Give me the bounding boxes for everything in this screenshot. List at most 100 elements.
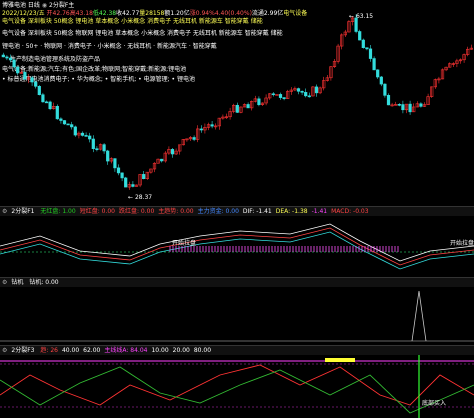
macd-value-6: DEA: -1.38 — [275, 208, 308, 215]
candle-body — [271, 93, 275, 96]
osc-value-1: 40.00 — [61, 347, 80, 354]
candle-body — [408, 103, 412, 113]
candle-body — [131, 184, 135, 187]
candle-body — [376, 69, 380, 78]
osc-value-5: 20.00 — [172, 347, 190, 354]
candle-body — [34, 81, 38, 87]
macd-value-4: 主力资金: 0.00 — [197, 208, 239, 215]
osc-green-line — [0, 366, 474, 414]
candle-body — [275, 94, 279, 96]
candle-body — [55, 105, 59, 120]
candle-body — [358, 31, 362, 41]
candle-body — [401, 104, 405, 111]
candle-body — [91, 138, 95, 149]
osc-value-3: 主线线A: 84.04 — [104, 347, 148, 354]
candle-body — [102, 144, 106, 152]
candle-body — [386, 95, 391, 106]
osc-value-2: 62.00 — [83, 347, 101, 354]
candle-body — [246, 104, 250, 109]
candle-body — [62, 120, 67, 125]
gear-icon[interactable]: ⚙ — [2, 347, 7, 354]
osc-red-line — [0, 364, 474, 406]
candle-body — [95, 148, 99, 150]
macd-chart[interactable] — [0, 216, 474, 276]
candle-body — [106, 150, 110, 162]
candle-body — [419, 103, 423, 107]
candle-body — [120, 172, 124, 179]
candle-body — [397, 104, 401, 106]
osc-value-4: 10.00 — [151, 347, 169, 354]
candle-body — [88, 135, 92, 140]
candle-body — [41, 94, 45, 103]
candle-body — [300, 91, 304, 93]
macd-panel-header: ⚙ 2分裂F1 无红盘: 1.00 短红盘: 0.00 跌红盘: 0.00 主趋势: 0… — [0, 206, 474, 216]
candle-body — [199, 128, 203, 131]
gear-icon[interactable]: ⚙ — [2, 208, 7, 215]
start-pull-label-2: 开始拉盘 — [450, 240, 474, 247]
signal-panel-name[interactable]: 钻机 — [11, 279, 23, 286]
candle-body — [30, 77, 34, 83]
candle-body — [5, 56, 9, 59]
bottom-buy-label: 底部买入 — [422, 400, 447, 407]
signal-chart[interactable] — [0, 287, 474, 344]
start-pull-label-1: 开始拉盘 — [172, 240, 197, 247]
macd-value-1: 短红盘: 0.00 — [79, 208, 115, 215]
candle-body — [282, 97, 286, 99]
osc-highlight — [325, 358, 355, 362]
signal-value: 钻机: 0.00 — [29, 279, 59, 286]
candle-body — [235, 104, 239, 113]
candle-body — [368, 48, 373, 59]
candle-body — [257, 98, 261, 105]
macd-value-8: MACD: -0.03 — [331, 208, 369, 215]
macd-value-3: 主趋势: 0.00 — [158, 208, 194, 215]
candle-body — [192, 137, 196, 140]
candle-body — [142, 174, 146, 180]
candle-body — [383, 83, 387, 96]
candle-body — [80, 132, 85, 136]
oscillator-panel-header: ⚙ 2分裂F3 趋: 26 40.00 62.00 主线线A: 84.04 10.00 20… — [0, 345, 474, 355]
price-low-label: ← 28.37 — [128, 194, 153, 201]
candle-body — [361, 39, 365, 48]
candle-body — [372, 58, 376, 71]
candle-body — [37, 85, 41, 96]
candle-body — [170, 149, 175, 155]
candle-body — [379, 76, 383, 85]
candle-body — [1, 54, 5, 58]
price-high-label: ← 63.15 — [349, 13, 374, 20]
candle-body — [365, 47, 369, 50]
candle-body — [16, 66, 20, 74]
macd-value-0: 无红盘: 1.00 — [40, 208, 76, 215]
candle-body — [59, 118, 63, 121]
osc-value-0: 趋: 26 — [40, 347, 58, 354]
dea-line — [0, 227, 474, 266]
candle-body — [70, 124, 74, 128]
candle-body — [84, 135, 88, 137]
candle-body — [296, 88, 301, 92]
gear-icon[interactable]: ⚙ — [2, 279, 7, 286]
signal-line — [0, 231, 474, 270]
signal-panel-header: ⚙ 钻机 钻机: 0.00 — [0, 277, 474, 287]
macd-value-7: -1.41 — [311, 208, 328, 215]
candle-body — [44, 101, 49, 104]
signal-spike — [411, 290, 427, 342]
candle-body — [73, 126, 77, 136]
candle-body — [113, 158, 117, 169]
candle-body — [124, 177, 128, 188]
candle-body — [304, 92, 308, 97]
candle-body — [23, 72, 27, 80]
candle-body — [8, 57, 13, 61]
candle-body — [160, 158, 164, 162]
candle-body — [66, 123, 70, 126]
candle-body — [278, 94, 283, 98]
candle-body — [314, 86, 319, 94]
candlestick-chart[interactable] — [0, 0, 474, 210]
candle-body — [210, 124, 214, 127]
osc-value-6: 80.00 — [193, 347, 212, 354]
macd-value-2: 跌红盘: 0.00 — [119, 208, 155, 215]
macd-panel-name[interactable]: 2分裂F1 — [11, 208, 34, 215]
macd-value-5: DIF: -1.41 — [242, 208, 272, 215]
oscillator-chart[interactable] — [0, 355, 474, 418]
candle-body — [307, 95, 311, 98]
candle-body — [12, 59, 16, 68]
osc-panel-name[interactable]: 2分裂F3 — [11, 347, 34, 354]
